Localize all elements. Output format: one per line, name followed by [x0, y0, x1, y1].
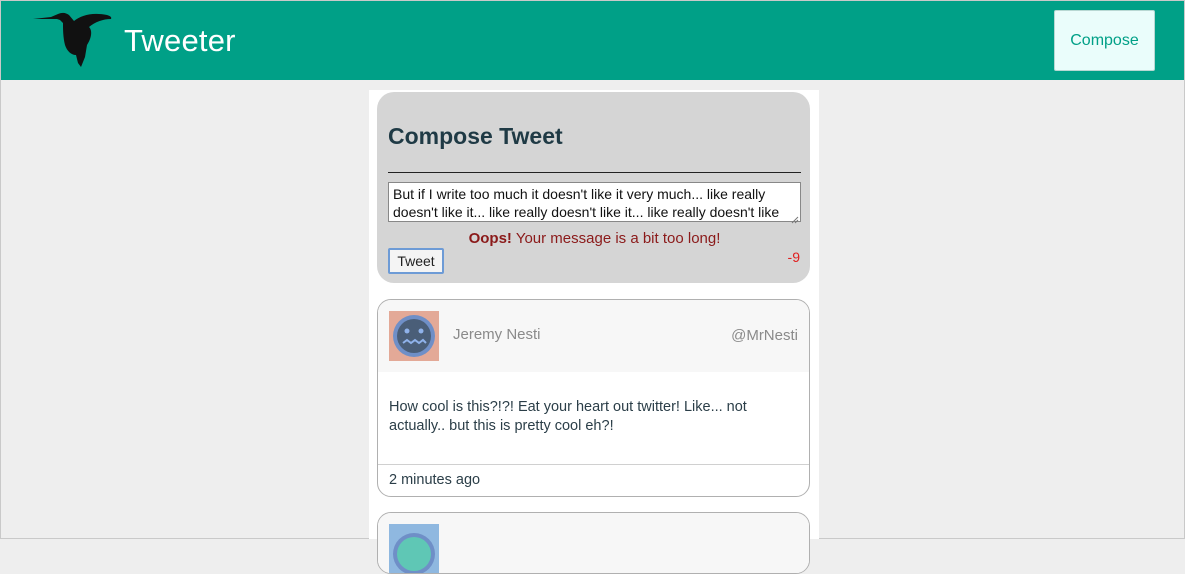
- tweet-card: [377, 512, 810, 574]
- tweet-submit-button[interactable]: Tweet: [388, 248, 444, 274]
- resize-grip-icon[interactable]: [791, 216, 799, 224]
- tweet-timestamp: 2 minutes ago: [389, 472, 481, 488]
- tweet-text-input[interactable]: But if I write too much it doesn't like …: [388, 182, 801, 222]
- compose-button[interactable]: Compose: [1054, 10, 1155, 71]
- tweet-text: How cool is this?!?! Eat your heart out …: [389, 399, 747, 434]
- tweet-header: [378, 513, 809, 573]
- face-avatar-icon: [389, 524, 439, 573]
- author-handle: @MrNesti: [731, 327, 798, 344]
- tweet-card: Jeremy Nesti @MrNesti How cool is this?!…: [377, 299, 810, 497]
- author-name: Jeremy Nesti: [453, 326, 541, 343]
- tweet-footer: 2 minutes ago: [378, 464, 809, 496]
- error-prefix: Oops!: [468, 230, 512, 247]
- brand-title: Tweeter: [124, 23, 236, 58]
- navbar: Tweeter Compose: [1, 1, 1184, 80]
- error-text: Your message is a bit too long!: [511, 230, 721, 247]
- nervous-face-avatar-icon: [389, 311, 439, 361]
- compose-divider: [388, 172, 801, 173]
- error-message: Oops! Your message is a bit too long!: [388, 230, 801, 247]
- compose-title: Compose Tweet: [388, 123, 563, 149]
- character-counter: -9: [787, 249, 800, 265]
- compose-tweet-panel: Compose Tweet But if I write too much it…: [377, 92, 810, 283]
- tweet-header: Jeremy Nesti @MrNesti: [378, 300, 809, 372]
- hummingbird-icon: [33, 12, 112, 68]
- main-column: Compose Tweet But if I write too much it…: [369, 90, 819, 574]
